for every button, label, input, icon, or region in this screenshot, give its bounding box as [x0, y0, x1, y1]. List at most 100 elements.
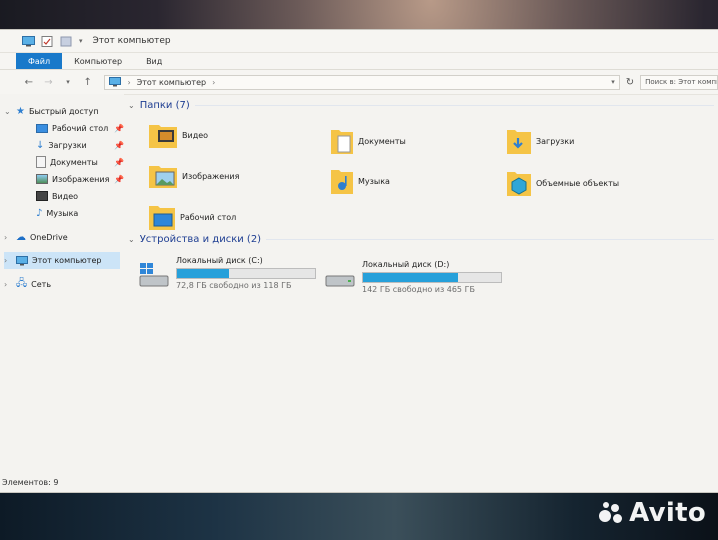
- address-dropdown-icon[interactable]: ▾: [611, 78, 615, 86]
- chevron-down-icon[interactable]: ⌄: [4, 107, 12, 116]
- avito-wordmark: Avito: [629, 498, 706, 528]
- pin-icon[interactable]: 📌: [114, 175, 124, 184]
- pictures-folder-icon: [149, 166, 177, 188]
- folder-label: Объемные объекты: [536, 178, 620, 188]
- pictures-icon: [36, 174, 48, 184]
- network-icon: 🖧: [16, 277, 28, 289]
- window-title: Этот компьютер: [92, 36, 171, 46]
- nav-item-desktop[interactable]: Рабочий стол 📌: [36, 121, 124, 135]
- onedrive-icon: ☁: [16, 231, 26, 243]
- nav-network[interactable]: › 🖧 Сеть: [4, 277, 124, 291]
- nav-item-video[interactable]: Видео: [36, 189, 124, 203]
- documents-folder-icon: [331, 130, 353, 154]
- nav-item-music[interactable]: ♪ Музыка: [36, 206, 124, 220]
- chevron-right-icon[interactable]: ›: [4, 233, 12, 242]
- nav-label: Быстрый доступ: [28, 106, 99, 116]
- folder-label: Изображения: [182, 171, 240, 181]
- tab-view[interactable]: Вид: [134, 53, 174, 69]
- drive-c[interactable]: Локальный диск (C:) 72,8 ГБ свободно из …: [138, 256, 316, 290]
- avito-watermark: Avito: [597, 498, 706, 528]
- downloads-folder-icon: [507, 130, 531, 154]
- pin-icon[interactable]: 📌: [114, 158, 124, 167]
- refresh-icon[interactable]: ↻: [626, 77, 634, 88]
- nav-label: Сеть: [31, 279, 52, 289]
- breadcrumb-separator-icon[interactable]: ›: [212, 78, 215, 87]
- divider: [194, 105, 714, 106]
- customize-qa-arrow-icon[interactable]: ▾: [79, 37, 83, 45]
- address-row: ← → ▾ ↑ › Этот компьютер › ▾ ↻ Поиск в: …: [0, 70, 718, 95]
- content-area: ⌄ Папки (7) Видео Документы Загрузки Изо…: [128, 94, 718, 472]
- video-icon: [36, 191, 48, 201]
- breadcrumb[interactable]: Этот компьютер: [137, 78, 206, 87]
- folder-desktop[interactable]: Рабочий стол: [148, 202, 236, 232]
- chevron-right-icon[interactable]: ›: [4, 280, 12, 289]
- address-bar[interactable]: › Этот компьютер › ▾: [104, 74, 620, 90]
- folder-music[interactable]: Музыка: [330, 166, 390, 196]
- drive-usage-fill: [363, 273, 459, 282]
- status-bar: Элементов: 9: [0, 472, 718, 492]
- new-folder-icon[interactable]: [60, 36, 73, 47]
- drive-usage-fill: [177, 269, 230, 278]
- video-folder-icon: [149, 125, 177, 148]
- folders-group-header[interactable]: ⌄ Папки (7): [128, 100, 714, 111]
- folder-label: Загрузки: [536, 136, 575, 146]
- nav-onedrive[interactable]: › ☁ OneDrive: [4, 230, 124, 244]
- drive-free-space: 142 ГБ свободно из 465 ГБ: [362, 285, 475, 294]
- nav-quick-access[interactable]: ⌄ ★ Быстрый доступ: [4, 104, 124, 118]
- avito-logo-icon: [597, 500, 623, 526]
- folder-documents[interactable]: Документы: [330, 126, 406, 156]
- pin-icon[interactable]: 📌: [114, 141, 124, 150]
- folder-label: Рабочий стол: [180, 212, 237, 222]
- nav-label: Изображения: [52, 174, 110, 184]
- nav-label: Видео: [52, 191, 79, 201]
- chevron-down-icon[interactable]: ⌄: [128, 101, 135, 110]
- nav-label: OneDrive: [30, 232, 68, 242]
- nav-item-documents[interactable]: Документы 📌: [36, 155, 124, 169]
- recent-locations-chevron-icon[interactable]: ▾: [61, 78, 75, 86]
- drive-free-space: 72,8 ГБ свободно из 118 ГБ: [176, 281, 292, 290]
- ribbon-tabs: Файл Компьютер Вид: [0, 53, 718, 70]
- folder-label: Документы: [358, 136, 406, 146]
- folder-video[interactable]: Видео: [148, 120, 208, 150]
- breadcrumb-separator-icon: ›: [127, 77, 131, 87]
- computer-icon: [109, 77, 122, 87]
- music-folder-icon: [331, 170, 353, 194]
- properties-icon[interactable]: [41, 35, 54, 47]
- back-arrow-icon[interactable]: ←: [22, 77, 36, 88]
- computer-icon[interactable]: [22, 35, 35, 47]
- pin-icon[interactable]: 📌: [114, 124, 124, 133]
- folder-label: Видео: [182, 130, 209, 140]
- group-title: Устройства и диски (2): [139, 234, 262, 245]
- devices-group-header[interactable]: ⌄ Устройства и диски (2): [128, 234, 714, 245]
- quick-access-toolbar: ▾: [0, 35, 83, 47]
- chevron-right-icon[interactable]: ›: [4, 256, 12, 265]
- nav-label: Документы: [50, 157, 98, 167]
- folder-3d-objects[interactable]: Объемные объекты: [506, 168, 619, 198]
- drive-name: Локальный диск (D:): [362, 260, 450, 269]
- forward-arrow-icon[interactable]: →: [42, 77, 56, 88]
- tab-computer[interactable]: Компьютер: [62, 53, 134, 69]
- nav-this-pc[interactable]: › Этот компьютер: [4, 252, 120, 269]
- folder-downloads[interactable]: Загрузки: [506, 126, 574, 156]
- chevron-down-icon[interactable]: ⌄: [128, 235, 135, 244]
- navigation-pane: ⌄ ★ Быстрый доступ Рабочий стол 📌 ↓ Загр…: [0, 94, 124, 472]
- nav-label: Этот компьютер: [32, 256, 102, 265]
- nav-label: Рабочий стол: [52, 123, 109, 133]
- folder-label: Музыка: [358, 176, 390, 186]
- up-arrow-icon[interactable]: ↑: [81, 77, 95, 88]
- drive-usage-bar: [362, 272, 502, 283]
- nav-item-downloads[interactable]: ↓ Загрузки 📌: [36, 138, 124, 152]
- drive-d[interactable]: Локальный диск (D:) 142 ГБ свободно из 4…: [324, 260, 502, 294]
- tab-file[interactable]: Файл: [16, 53, 63, 69]
- music-icon: ♪: [36, 207, 43, 219]
- nav-label: Музыка: [46, 208, 79, 218]
- nav-item-pictures[interactable]: Изображения 📌: [36, 172, 124, 186]
- item-count: Элементов: 9: [2, 477, 59, 487]
- desktop-folder-icon: [149, 206, 175, 230]
- folder-pictures[interactable]: Изображения: [148, 162, 239, 190]
- documents-icon: [36, 156, 46, 168]
- downloads-icon: ↓: [36, 139, 45, 151]
- search-input[interactable]: Поиск в: Этот компь: [640, 74, 718, 90]
- computer-icon: [16, 255, 28, 265]
- star-icon: ★: [16, 105, 25, 117]
